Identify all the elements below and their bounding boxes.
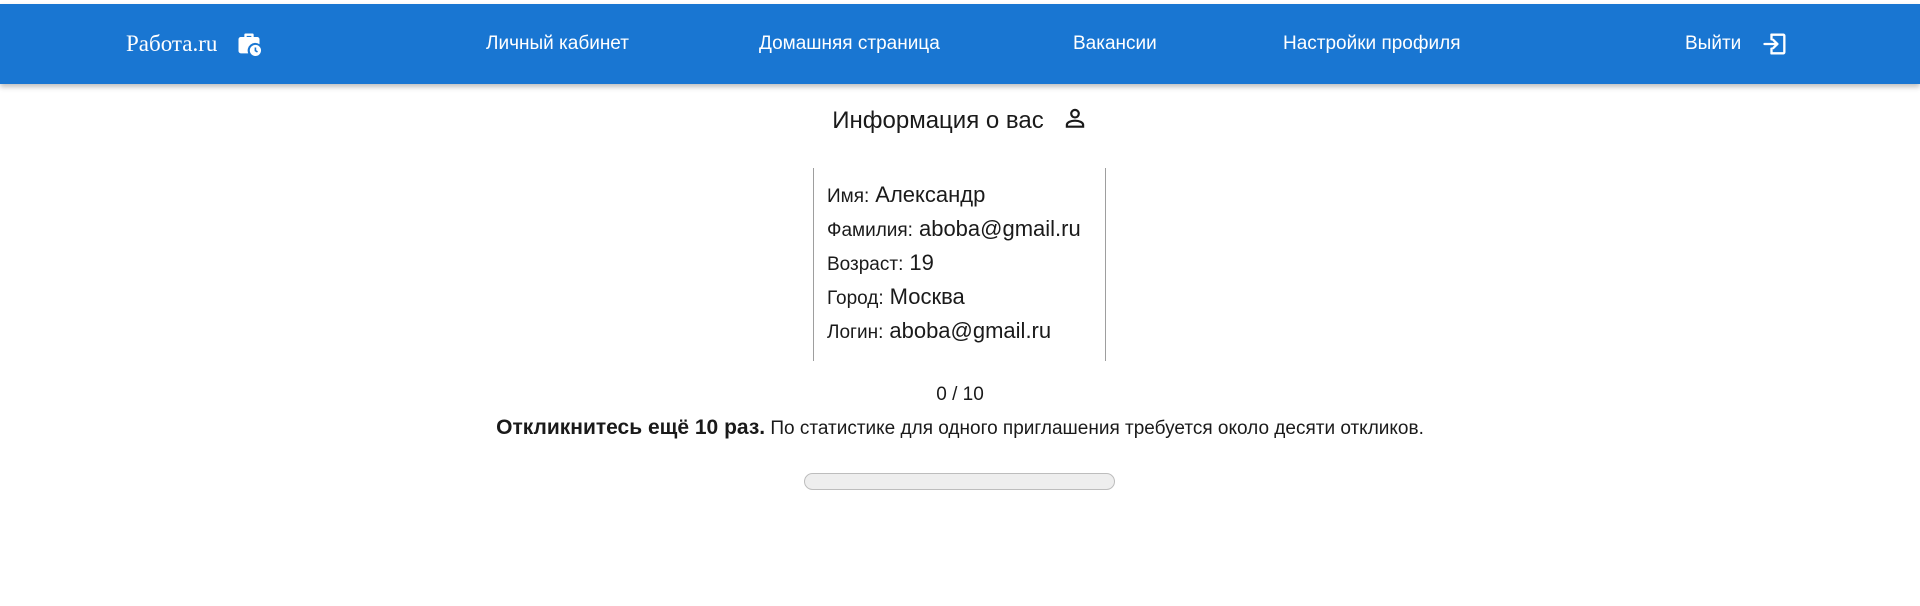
responses-progress-bar (804, 473, 1115, 490)
person-icon (1062, 105, 1088, 131)
profile-field-age: Возраст: 19 (827, 250, 1105, 284)
responses-hint: Откликнитесь ещё 10 раз. По статистике д… (0, 416, 1920, 440)
logout-label: Выйти (1685, 33, 1742, 54)
logout-icon (1761, 30, 1789, 58)
responses-hint-text: По статистике для одного приглашения тре… (765, 418, 1424, 439)
field-label: Имя: (827, 186, 870, 207)
field-value: Москва (889, 284, 965, 309)
field-label: Возраст: (827, 254, 904, 275)
nav-profile-settings[interactable]: Настройки профиля (1283, 4, 1461, 84)
responses-counter: 0 / 10 (936, 384, 984, 405)
field-label: Логин: (827, 322, 884, 343)
field-value: Александр (875, 182, 986, 207)
briefcase-clock-icon (235, 30, 263, 58)
profile-field-last-name: Фамилия: aboba@gmail.ru (827, 216, 1105, 250)
nav-personal-cabinet[interactable]: Личный кабинет (486, 4, 629, 84)
nav-vacancies[interactable]: Вакансии (1073, 4, 1157, 84)
field-value: aboba@gmail.ru (889, 318, 1052, 343)
profile-info-card: Имя: Александр Фамилия: aboba@gmail.ru В… (813, 168, 1106, 361)
profile-title-text: Информация о вас (832, 107, 1044, 134)
field-label: Город: (827, 288, 884, 309)
profile-field-login: Логин: aboba@gmail.ru (827, 318, 1105, 352)
top-app-bar: Работа.ru Личный кабинет Домашняя страни… (0, 4, 1920, 84)
logout-button[interactable]: Выйти (1685, 4, 1789, 84)
profile-field-first-name: Имя: Александр (827, 182, 1105, 216)
field-label: Фамилия: (827, 220, 913, 241)
field-value: 19 (909, 250, 934, 275)
field-value: aboba@gmail.ru (918, 216, 1081, 241)
nav-home-page[interactable]: Домашняя страница (759, 4, 940, 84)
profile-section-title: Информация о вас (0, 107, 1920, 135)
brand-name: Работа.ru (126, 31, 218, 56)
responses-hint-bold: Откликнитесь ещё 10 раз. (496, 416, 766, 439)
brand-logo-link[interactable]: Работа.ru (126, 4, 263, 84)
profile-field-city: Город: Москва (827, 284, 1105, 318)
